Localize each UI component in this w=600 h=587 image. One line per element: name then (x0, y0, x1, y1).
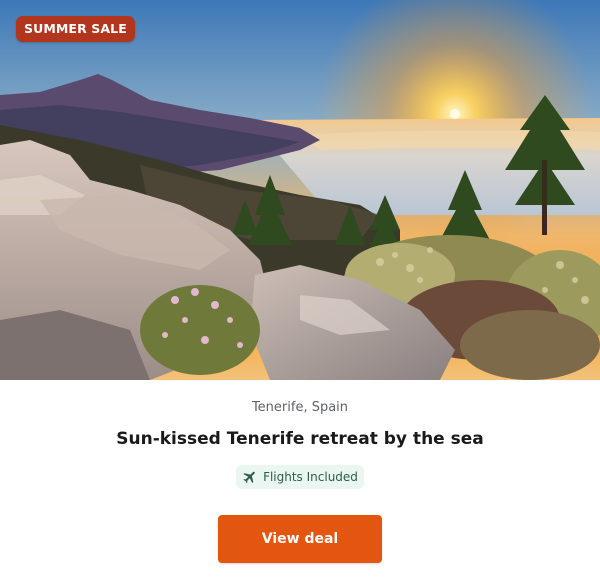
deal-card[interactable]: SUMMER SALE Tenerife, Spain Sun-kissed T… (0, 0, 600, 587)
tenerife-sunset-photo (0, 0, 600, 380)
sale-badge: SUMMER SALE (16, 16, 135, 42)
airplane-icon (242, 469, 258, 485)
view-deal-button[interactable]: View deal (218, 515, 382, 563)
deal-details: Tenerife, Spain Sun-kissed Tenerife retr… (0, 380, 600, 587)
deal-title[interactable]: Sun-kissed Tenerife retreat by the sea (0, 429, 600, 449)
hero-image[interactable]: SUMMER SALE (0, 0, 600, 380)
flights-included-tag: Flights Included (236, 465, 364, 489)
destination-location: Tenerife, Spain (251, 400, 349, 415)
flights-included-label: Flights Included (263, 470, 358, 484)
